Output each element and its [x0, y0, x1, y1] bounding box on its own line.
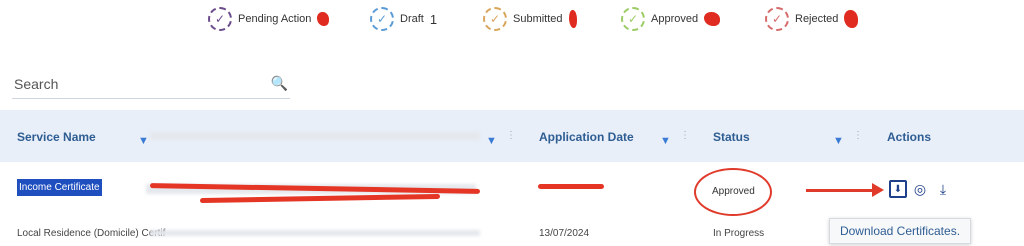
filter-icon[interactable]: ▼	[660, 135, 671, 147]
filter-approved[interactable]: ✓ Approved	[621, 6, 721, 32]
column-header-application-date: Application Date	[539, 130, 634, 144]
annotation-scribble	[538, 184, 604, 189]
filter-label: Draft	[400, 13, 424, 25]
filter-icon[interactable]: ▼	[486, 135, 497, 147]
filter-label: Approved	[651, 13, 699, 25]
redacted-header	[150, 132, 480, 140]
sort-icon[interactable]: ⋮	[506, 131, 516, 141]
filter-draft[interactable]: ✓ Draft 1	[370, 6, 437, 32]
search-box: 🔍	[12, 72, 290, 99]
status-cell: In Progress	[713, 228, 765, 239]
application-date-cell: 13/07/2024	[539, 228, 590, 239]
filter-label: Pending Action	[238, 13, 312, 25]
history-icon[interactable]: ◎	[911, 180, 929, 198]
redacted-cell	[150, 230, 480, 236]
check-circle-icon: ✓	[370, 7, 394, 31]
column-header-actions: Actions	[887, 130, 932, 144]
annotation-mark	[568, 10, 577, 28]
filter-label: Submitted	[513, 13, 563, 25]
sort-icon[interactable]: ⋮	[853, 131, 863, 141]
annotation-mark	[317, 12, 330, 26]
status-cell: Approved	[712, 186, 755, 197]
filter-icon[interactable]: ▼	[833, 135, 844, 147]
column-header-status: Status	[713, 130, 750, 144]
table-row[interactable]: Income Certificate Approved ⬇ ◎ ⤓	[0, 162, 1024, 219]
filter-pending-action[interactable]: ✓ Pending Action	[208, 6, 330, 32]
annotation-arrow-head	[872, 183, 884, 197]
filter-label: Rejected	[795, 13, 839, 25]
filter-submitted[interactable]: ✓ Submitted	[483, 6, 577, 32]
check-circle-icon: ✓	[208, 7, 232, 31]
annotation-mark	[844, 10, 859, 28]
check-circle-icon: ✓	[483, 7, 507, 31]
annotation-arrow	[806, 189, 874, 192]
table-header: Service Name ▼ ▼ ⋮ Application Date ▼ ⋮ …	[0, 110, 1024, 162]
check-circle-icon: ✓	[621, 7, 645, 31]
annotation-mark	[704, 12, 721, 26]
service-name-cell: Local Residence (Domicile) Certif	[17, 228, 166, 239]
column-header-service-name: Service Name	[17, 130, 96, 144]
tooltip: Download Certificates.	[829, 218, 971, 244]
sort-icon[interactable]: ⋮	[680, 131, 690, 141]
check-circle-icon: ✓	[765, 7, 789, 31]
filter-count: 1	[429, 11, 438, 27]
status-filter-bar: ✓ Pending Action ✓ Draft 1 ✓ Submitted ✓…	[0, 0, 1024, 40]
filter-rejected[interactable]: ✓ Rejected	[765, 6, 859, 32]
filter-icon[interactable]: ▼	[138, 135, 149, 147]
download-certificate-icon[interactable]: ⬇	[889, 180, 907, 198]
annotation-scribble	[199, 193, 441, 204]
download-icon[interactable]: ⤓	[934, 180, 952, 198]
service-name-cell: Income Certificate	[17, 179, 102, 196]
search-input[interactable]	[12, 72, 256, 96]
search-icon[interactable]: 🔍	[271, 75, 288, 92]
